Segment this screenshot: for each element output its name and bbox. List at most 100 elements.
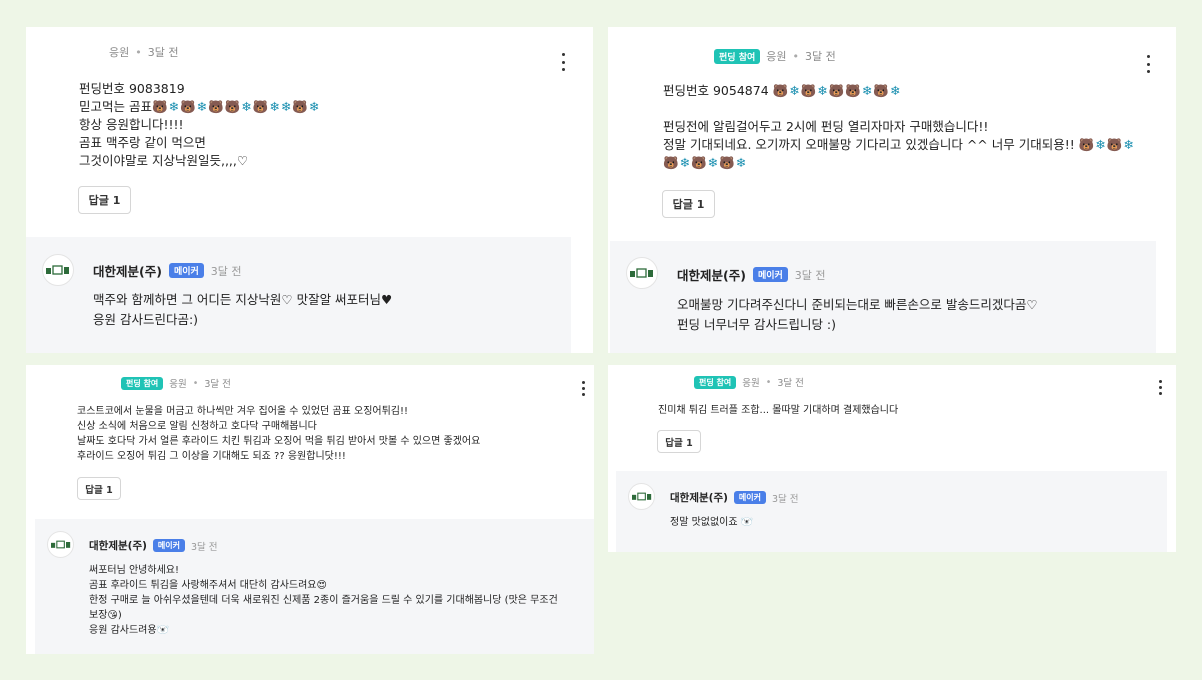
more-options-icon[interactable] [1154,380,1166,395]
reply-line: 응원 감사드린다곰:) [93,312,199,327]
emoji-row: 🐻❄🐻❄🐻🐻❄🐻❄❄🐻❄ [152,99,320,114]
reply-count-button[interactable]: 답글 1 [78,186,131,214]
comment-body: 코스트코에서 눈물을 머금고 하나씩만 겨우 집어올 수 있었던 곰표 오징어튀… [77,404,480,464]
funding-tag: 펀딩 참여 [714,48,761,64]
bear-icon: 🐻 [772,83,789,99]
reply-line: 곰표 후라이드 튀김을 사랑해주셔서 대단히 감사드려요😍 [89,580,327,591]
more-options-icon[interactable] [557,53,569,71]
maker-avatar [47,531,74,558]
comment-meta: 펀딩 참여 응원 • 3달 전 [121,376,231,390]
bear-icon: 🐻 [224,99,241,115]
maker-name: 대한제분(주) [89,540,147,552]
snow-icon: ❄ [269,99,280,115]
comment-line: 진미채 튀김 트러플 조합... 몰따말 기대하며 결제했습니다 [658,405,899,416]
reply-line: 오매불망 기다려주신다니 준비되는대로 빠른손으로 발송드리겠다곰♡ [677,297,1038,312]
comment-line: 펀딩번호 9083819 [79,81,185,96]
snow-icon: ❄ [196,99,208,115]
bear-icon: 🐻 [873,83,889,99]
more-options-icon[interactable] [1142,55,1154,73]
maker-avatar [626,257,658,289]
maker-logo-icon [630,268,653,278]
maker-name: 대한제분(주) [93,264,162,279]
comment-line: 펀딩전에 알림걸어두고 2시에 펀딩 열리자마자 구매했습니다!! [663,119,989,134]
maker-header: 대한제분(주) 메이커 3달 전 [89,538,218,553]
maker-logo-icon [46,265,69,275]
bear-icon: 🐻 [691,155,707,171]
maker-reply-time: 3달 전 [772,493,799,505]
snow-icon: ❄ [308,99,320,115]
bear-icon: 🐻 [663,155,679,171]
snow-icon: ❄ [1123,137,1134,153]
maker-header: 대한제분(주) 메이커 3달 전 [670,490,799,505]
reply-count-button[interactable]: 답글 1 [662,190,715,218]
comment-line: 정말 기대되네요. 오기까지 오매불망 기다리고 있겠습니다 ^^ 너무 기대되… [663,136,1135,154]
bear-icon: 🐻 [800,83,817,99]
maker-header: 대한제분(주) 메이커 3달 전 [93,261,242,280]
snow-icon: ❄ [789,83,800,99]
maker-badge: 메이커 [152,539,185,552]
comment-card: 응원 • 3달 전 펀딩번호 9083819 믿고먹는 곰표🐻❄🐻❄🐻🐻❄🐻❄❄… [26,27,593,353]
bear-icon: 🐻 [1106,137,1123,153]
maker-reply: 대한제분(주) 메이커 3달 전 오매불망 기다려주신다니 준비되는대로 빠른손… [610,241,1156,353]
emoji-row: 🐻❄🐻❄🐻❄ [663,155,747,170]
comment-card: 펀딩 참여 응원 • 3달 전 진미채 튀김 트러플 조합... 몰따말 기대하… [608,365,1176,552]
comment-line: 항상 응원합니다!!!! [79,117,184,132]
meta-separator: • [792,49,800,63]
comment-body: 펀딩번호 9054874 🐻❄🐻❄🐻🐻❄🐻❄ 펀딩전에 알림걸어두고 2시에 펀… [663,82,1135,172]
maker-avatar [42,254,74,286]
maker-reply-text: 써포터님 안녕하세요! 곰표 후라이드 튀김을 사랑해주셔서 대단히 감사드려요… [89,563,558,638]
bear-icon: 🐻 [151,99,168,115]
snow-icon: ❄ [889,83,901,99]
comment-card: 펀딩 참여 응원 • 3달 전 펀딩번호 9054874 🐻❄🐻❄🐻🐻❄🐻❄ 펀… [608,27,1176,353]
maker-reply-time: 3달 전 [191,541,218,553]
meta-separator: • [765,376,772,388]
maker-reply-text: 오매불망 기다려주신다니 준비되는대로 빠른손으로 발송드리겠다곰♡ 펀딩 너무… [677,295,1038,335]
maker-avatar [628,483,655,510]
reply-line: 응원 감사드려용🐻‍❄️ [89,625,170,636]
maker-name: 대한제분(주) [670,492,728,504]
comment-body: 진미채 튀김 트러플 조합... 몰따말 기대하며 결제했습니다 [658,403,898,418]
comment-line: 🐻❄🐻❄🐻❄ [663,154,1135,172]
maker-logo-icon [631,492,651,501]
emoji-row: 🐻❄🐻❄ [1079,137,1135,152]
comment-line: 후라이드 오징어 튀김 그 이상을 기대해도 되죠 ?? 응원합니닷!!! [77,451,346,462]
comment-line: 날짜도 호다닥 가서 얼른 후라이드 치킨 튀김과 오징어 먹을 튀김 받아서 … [77,436,481,447]
comment-author: 응원 [109,46,130,59]
bear-icon: 🐻 [719,155,735,171]
maker-reply-time: 3달 전 [794,268,826,282]
snow-icon: ❄ [707,155,719,171]
maker-badge: 메이커 [752,267,788,282]
emoji-row: 🐻❄🐻❄🐻🐻❄🐻❄ [773,83,902,98]
comment-time: 3달 전 [204,379,231,390]
reply-line: 정말 맛없없이죠 🐻‍❄️ [670,517,754,528]
snow-icon: ❄ [280,99,292,115]
comment-line: 신상 소식에 처음으로 알림 신청하고 호다닥 구매해봅니다 [77,421,317,432]
maker-reply-time: 3달 전 [210,264,242,278]
snow-icon: ❄ [817,83,828,99]
maker-header: 대한제분(주) 메이커 3달 전 [677,265,826,284]
comment-line-text: 믿고먹는 곰표 [79,99,152,114]
comment-time: 3달 전 [805,50,836,63]
reply-line: 펀딩 너무너무 감사드립니당 :) [677,317,837,332]
comment-line: 펀딩번호 9054874 🐻❄🐻❄🐻🐻❄🐻❄ [663,82,1135,100]
maker-name: 대한제분(주) [677,268,746,283]
comment-line-text: 정말 기대되네요. 오기까지 오매불망 기다리고 있겠습니다 ^^ 너무 기대되… [663,137,1075,152]
reply-line: 보장😘) [89,610,122,621]
reply-line: 한정 구매로 늘 아쉬우셨을텐데 더욱 새로워진 신제품 2종이 즐거움을 드릴… [89,595,558,606]
more-options-icon[interactable] [577,381,589,396]
meta-separator: • [192,377,199,389]
reply-count-button[interactable]: 답글 1 [657,430,701,453]
comment-meta: 펀딩 참여 응원 • 3달 전 [694,375,804,389]
snow-icon: ❄ [168,99,180,115]
comment-body: 펀딩번호 9083819 믿고먹는 곰표🐻❄🐻❄🐻🐻❄🐻❄❄🐻❄ 항상 응원합니… [79,80,320,170]
bear-icon: 🐻 [208,99,224,115]
funding-tag: 펀딩 참여 [694,375,737,389]
comment-line: 믿고먹는 곰표🐻❄🐻❄🐻🐻❄🐻❄❄🐻❄ [79,98,320,116]
comment-line: 곰표 맥주랑 같이 먹으면 [79,135,206,150]
reply-count-button[interactable]: 답글 1 [77,477,121,500]
comment-time: 3달 전 [777,378,804,389]
maker-reply-text: 정말 맛없없이죠 🐻‍❄️ [670,515,753,530]
comment-time: 3달 전 [147,46,179,59]
snow-icon: ❄ [1095,137,1106,153]
bear-icon: 🐻 [828,83,845,99]
